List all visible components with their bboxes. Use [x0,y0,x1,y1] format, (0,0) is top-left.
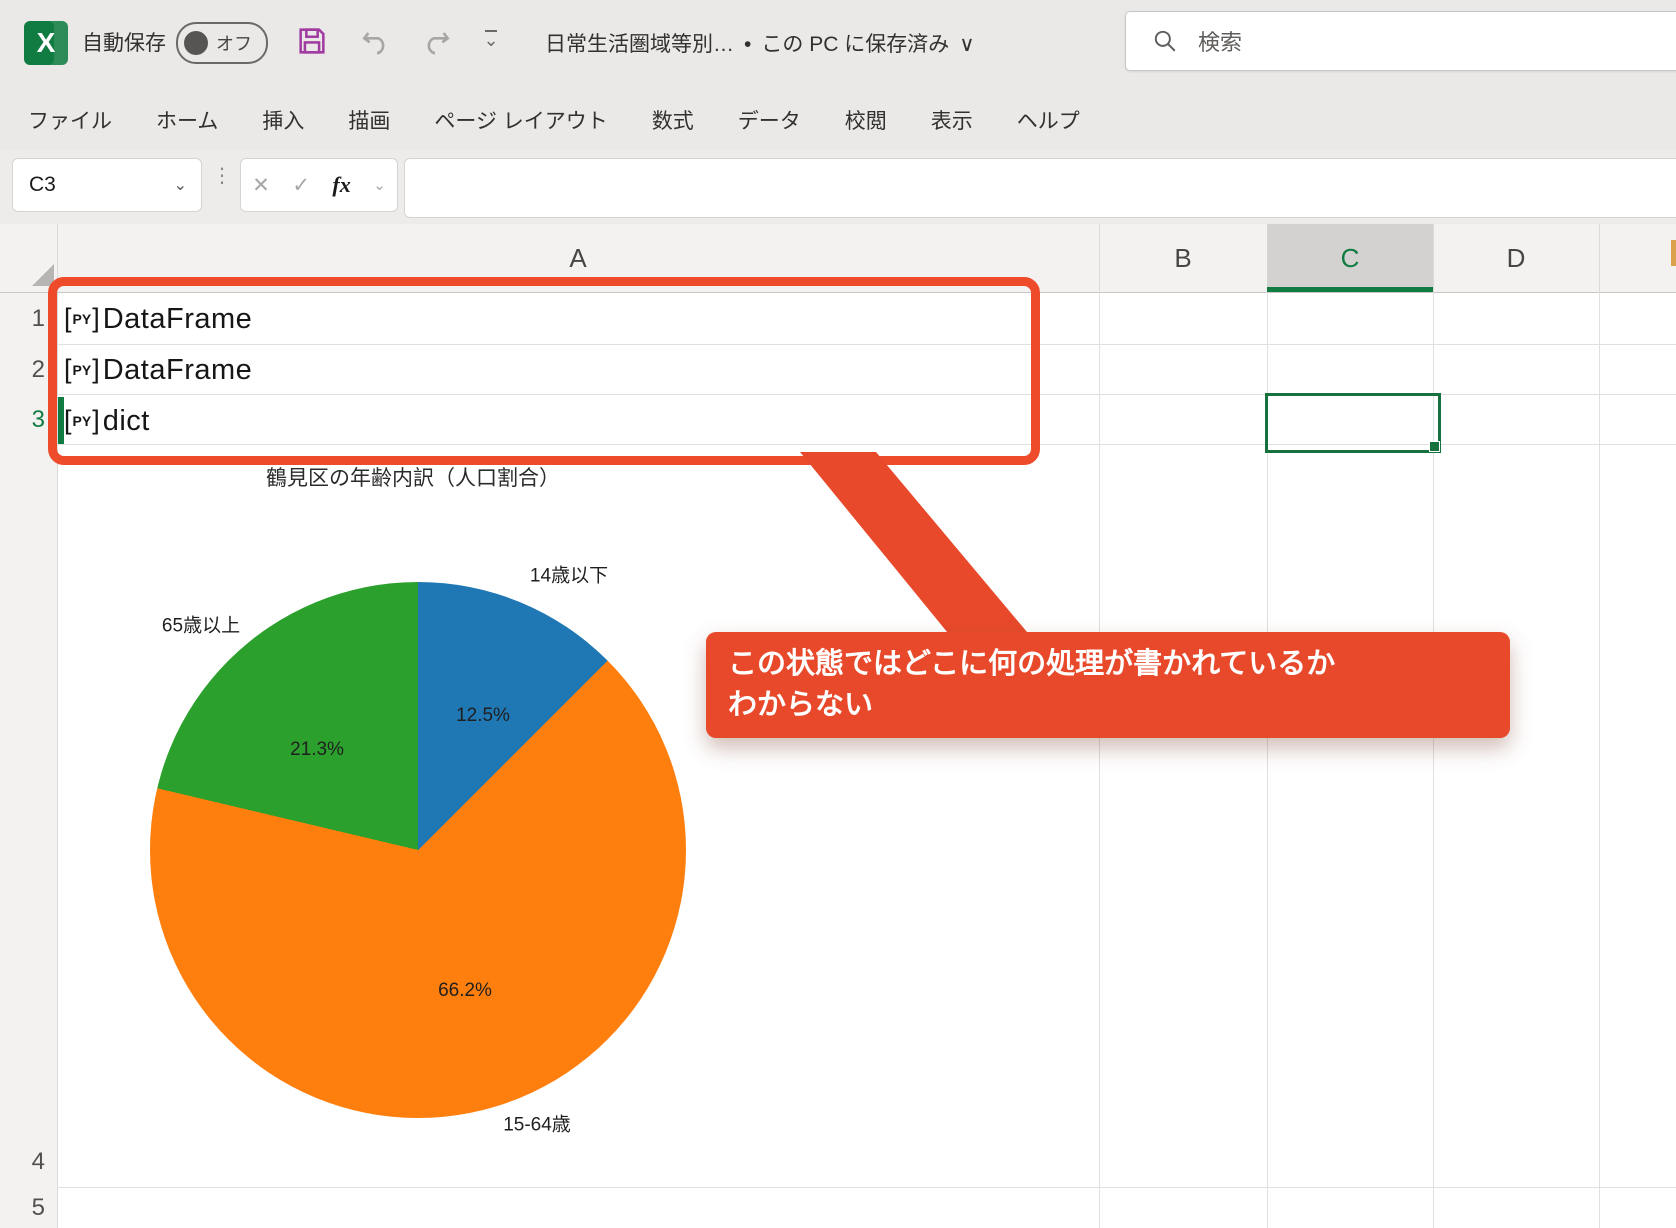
formula-input[interactable] [404,158,1676,218]
document-title[interactable]: 日常生活圏域等別… • この PC に保存済み ∨ [545,28,975,58]
row-header-5[interactable]: 5 [0,1187,58,1228]
tab-draw[interactable]: 描画 [338,105,400,135]
chart-title: 鶴見区の年齢内訳（人口割合） [266,462,560,492]
search-icon [1152,28,1178,54]
highlight-rectangle [48,277,1040,465]
toggle-knob-icon [184,31,208,55]
save-status: この PC に保存済み [761,33,949,56]
title-chevron-icon: ∨ [959,33,974,56]
redo-icon[interactable] [420,25,454,57]
tab-home[interactable]: ホーム [146,105,228,135]
search-placeholder: 検索 [1198,25,1242,57]
pie-value-15-64: 66.2% [438,980,492,1002]
selected-cell-c3[interactable] [1265,393,1441,453]
fill-handle[interactable] [1429,441,1440,452]
tab-formulas[interactable]: 数式 [642,105,704,135]
pie-value-over65: 21.3% [290,739,344,761]
tab-view[interactable]: 表示 [921,105,983,135]
tab-data[interactable]: データ [728,105,811,135]
save-icon[interactable] [295,24,329,58]
customize-toolbar-chevron-icon[interactable]: ⌄ [480,30,502,52]
selected-column-underline [1267,287,1433,292]
column-header-d[interactable]: D [1433,224,1600,292]
tab-file[interactable]: ファイル [18,105,122,135]
formula-bar-separator: ⋮ [212,172,232,181]
callout-text-line1: この状態ではどこに何の処理が書かれているか [728,644,1510,685]
insert-function-icon[interactable]: fx [332,172,350,198]
status-dot: • [744,33,751,56]
undo-icon[interactable] [358,25,392,57]
callout-arrow [790,448,1040,638]
pie-label-over65: 65歳以上 [162,611,240,638]
title-bar: X 自動保存 オフ ⌄ 日常生活圏域等別… • この PC に保存済み ∨ 検索 [0,0,1676,90]
pie-label-under14: 14歳以下 [530,561,608,588]
gridline [1599,292,1600,1228]
search-input[interactable]: 検索 [1125,11,1676,71]
clipped-header-glyph [1671,240,1676,266]
formula-bar-row: C3 ⌄ ⋮ ✕ ✓ fx ⌄ [0,150,1676,224]
tab-page-layout[interactable]: ページ レイアウト [424,105,617,135]
tab-insert[interactable]: 挿入 [252,105,314,135]
callout-text-line2: わからない [728,685,1510,726]
enter-icon[interactable]: ✓ [292,173,310,198]
column-header-c[interactable]: C [1267,224,1434,292]
row-header-gap [0,445,58,1136]
column-header-b[interactable]: B [1099,224,1268,292]
tab-help[interactable]: ヘルプ [1007,105,1090,135]
excel-logo-icon[interactable]: X [24,21,68,65]
gridline [1099,292,1100,1228]
name-box-value: C3 [29,173,174,197]
pie-value-under14: 12.5% [456,705,510,727]
name-box-chevron-icon[interactable]: ⌄ [174,175,187,195]
autosave-label: 自動保存 [82,27,166,57]
tab-review[interactable]: 校閲 [835,105,897,135]
pie-chart[interactable] [150,582,686,1118]
callout-bubble: この状態ではどこに何の処理が書かれているか わからない [706,632,1510,738]
cancel-icon[interactable]: ✕ [252,173,270,198]
autosave-toggle[interactable]: オフ [176,22,268,64]
name-box[interactable]: C3 ⌄ [12,158,202,212]
column-header-e-partial[interactable] [1599,224,1676,292]
gridline [57,1187,1676,1188]
document-name: 日常生活圏域等別… [545,33,734,56]
row-header-4[interactable]: 4 [0,1136,58,1187]
ribbon-tab-bar: ファイル ホーム 挿入 描画 ページ レイアウト 数式 データ 校閲 表示 ヘル… [0,90,1676,150]
pie-label-15-64: 15-64歳 [503,1110,571,1137]
autosave-state: オフ [216,30,252,56]
formula-buttons: ✕ ✓ fx ⌄ [240,158,398,212]
fx-chevron-icon[interactable]: ⌄ [373,176,386,194]
